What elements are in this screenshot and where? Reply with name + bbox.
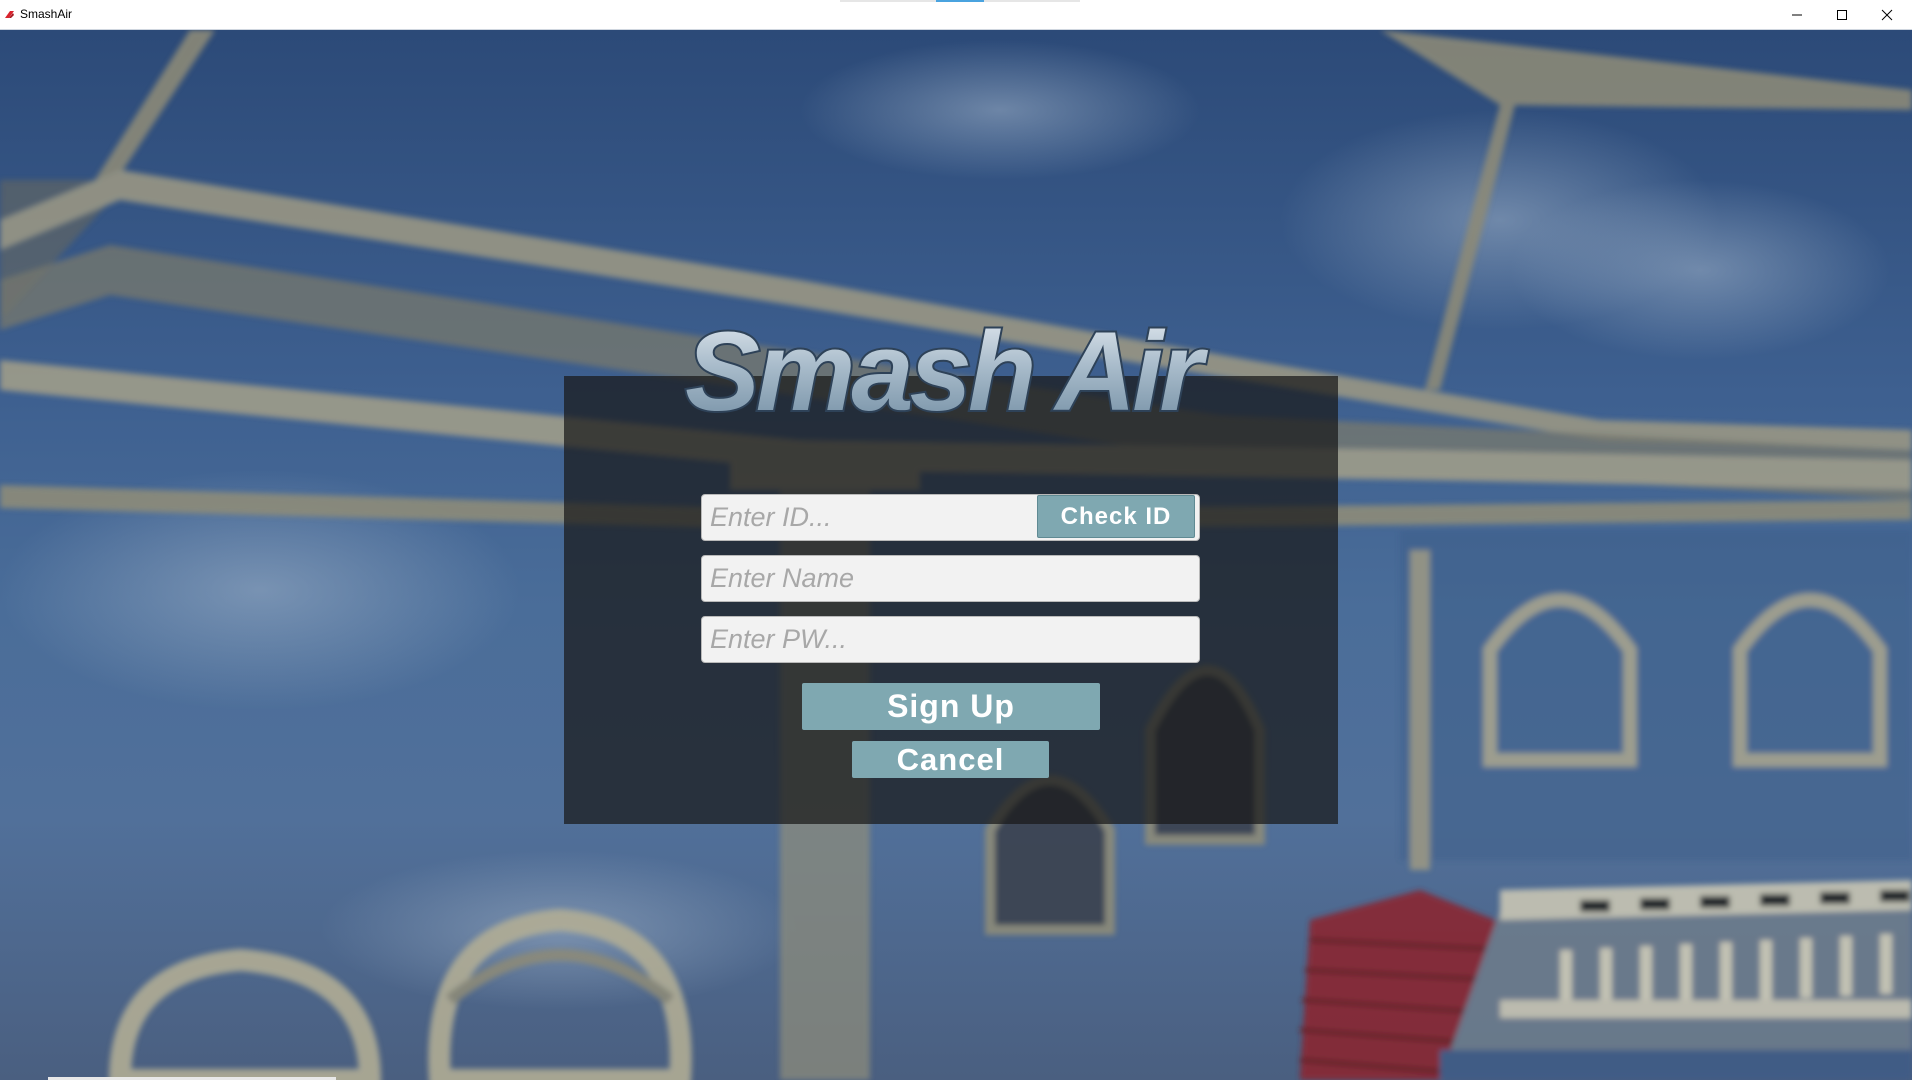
- maximize-icon: [1837, 10, 1847, 20]
- logo-text: Smash Air: [685, 309, 1208, 434]
- name-input-placeholder: Enter Name: [710, 563, 855, 593]
- titlebar-accent-blue: [936, 0, 984, 2]
- title-bar: SmashAir: [0, 0, 1912, 30]
- close-button[interactable]: [1864, 0, 1910, 30]
- sign-up-button[interactable]: Sign Up: [802, 683, 1100, 730]
- smash-air-logo: Smash Air: [683, 307, 1212, 436]
- password-input-placeholder: Enter PW...: [710, 624, 848, 654]
- id-input-placeholder: Enter ID...: [710, 502, 832, 532]
- smashair-app-icon: [4, 9, 15, 20]
- password-input[interactable]: Enter PW...: [701, 616, 1200, 663]
- minimize-button[interactable]: [1774, 0, 1820, 30]
- name-input[interactable]: Enter Name: [701, 555, 1200, 602]
- minimize-icon: [1792, 14, 1802, 16]
- cancel-button[interactable]: Cancel: [852, 741, 1049, 778]
- app-window: SmashAir Smash Air Enter ID... Check ID …: [0, 0, 1912, 1080]
- window-title: SmashAir: [20, 7, 73, 21]
- check-id-button[interactable]: Check ID: [1037, 495, 1195, 538]
- close-icon: [1881, 9, 1893, 21]
- maximize-button[interactable]: [1819, 0, 1865, 30]
